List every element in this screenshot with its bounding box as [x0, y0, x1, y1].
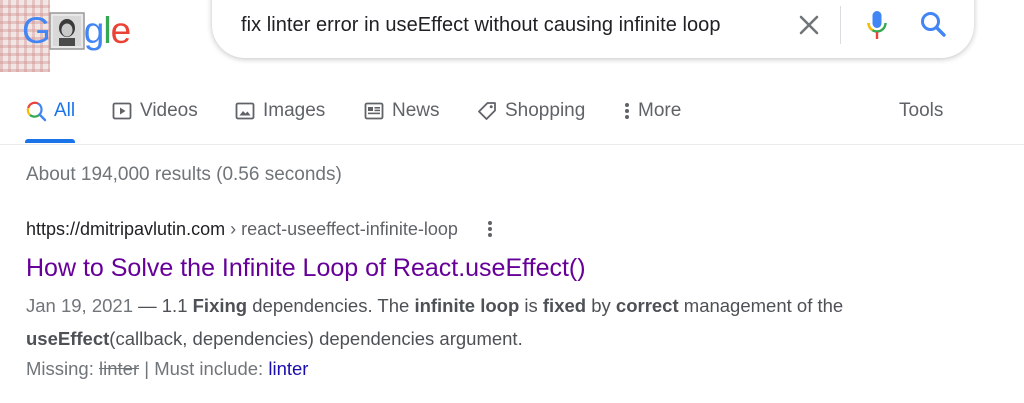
result-stats: About 194,000 results (0.56 seconds): [26, 164, 342, 185]
snippet-text: by: [586, 295, 616, 316]
snippet-bold: useEffect: [26, 328, 110, 349]
logo-letter-e: e: [110, 10, 132, 51]
snippet-text: is: [519, 295, 543, 316]
search-input[interactable]: fix linter error in useEffect without ca…: [241, 14, 721, 37]
tab-images[interactable]: Images: [234, 98, 325, 124]
search-icon[interactable]: [918, 9, 948, 39]
result-snippet: Jan 19, 2021 — 1.1 Fixing dependencies. …: [26, 289, 896, 355]
clear-icon[interactable]: [795, 11, 823, 39]
must-include-link[interactable]: linter: [268, 358, 308, 379]
snippet-dash: —: [132, 295, 162, 316]
search-tabs: All Videos Images News Shopping More Too…: [0, 88, 1024, 145]
missing-terms: Missing: linter | Must include: linter: [26, 357, 896, 381]
snippet-text: 1.1: [161, 295, 193, 316]
missing-term: linter: [99, 358, 140, 379]
tools-button[interactable]: Tools: [899, 98, 943, 124]
tab-videos[interactable]: Videos: [111, 98, 198, 124]
snippet-text: (callback, dependencies) dependencies ar…: [109, 328, 523, 349]
tab-more[interactable]: More: [622, 98, 681, 124]
tab-news[interactable]: News: [363, 98, 440, 124]
result-site: https://dmitripavlutin.com: [26, 218, 226, 239]
tab-all-label: All: [54, 100, 76, 121]
logo-letter-g-lower: g: [83, 10, 105, 51]
tab-more-label: More: [638, 100, 682, 121]
missing-label: Missing:: [26, 358, 99, 379]
search-box[interactable]: fix linter error in useEffect without ca…: [212, 0, 974, 58]
more-vertical-icon: [622, 100, 632, 122]
search-result: https://dmitripavlutin.com › react-useef…: [26, 217, 896, 381]
tab-images-label: Images: [263, 100, 326, 121]
more-options-icon[interactable]: [481, 218, 499, 240]
logo-letter-g: G: [22, 10, 51, 51]
tab-news-label: News: [392, 100, 440, 121]
logo-letter-l: l: [103, 10, 111, 51]
tab-shopping[interactable]: Shopping: [476, 98, 585, 124]
video-icon: [111, 100, 133, 122]
tools-label: Tools: [899, 100, 944, 121]
snippet-text: dependencies. The: [247, 295, 415, 316]
snippet-bold: correct: [615, 295, 679, 316]
snippet-bold: fixed: [542, 295, 587, 316]
logo-letters: G gle: [22, 4, 132, 58]
doodle-portrait-icon: [49, 11, 85, 51]
result-path: › react-useeffect-infinite-loop: [225, 218, 458, 239]
search-icon: [25, 100, 47, 122]
result-cite-row: https://dmitripavlutin.com › react-useef…: [26, 217, 896, 241]
microphone-icon[interactable]: [863, 9, 891, 41]
snippet-bold: Fixing: [192, 295, 248, 316]
google-doodle-logo[interactable]: G gle: [0, 0, 152, 72]
tab-shopping-label: Shopping: [505, 100, 586, 121]
news-icon: [363, 100, 385, 122]
search-divider: [840, 6, 841, 44]
result-title-link[interactable]: How to Solve the Infinite Loop of React.…: [26, 253, 896, 283]
tab-videos-label: Videos: [140, 100, 198, 121]
result-date: Jan 19, 2021: [26, 295, 133, 316]
must-include-label: | Must include:: [139, 358, 269, 379]
image-icon: [234, 100, 256, 122]
snippet-text: management of the: [678, 295, 844, 316]
tab-all[interactable]: All: [25, 98, 76, 143]
result-url[interactable]: https://dmitripavlutin.com › react-useef…: [26, 219, 458, 240]
snippet-bold: infinite loop: [414, 295, 520, 316]
tag-icon: [476, 100, 498, 122]
